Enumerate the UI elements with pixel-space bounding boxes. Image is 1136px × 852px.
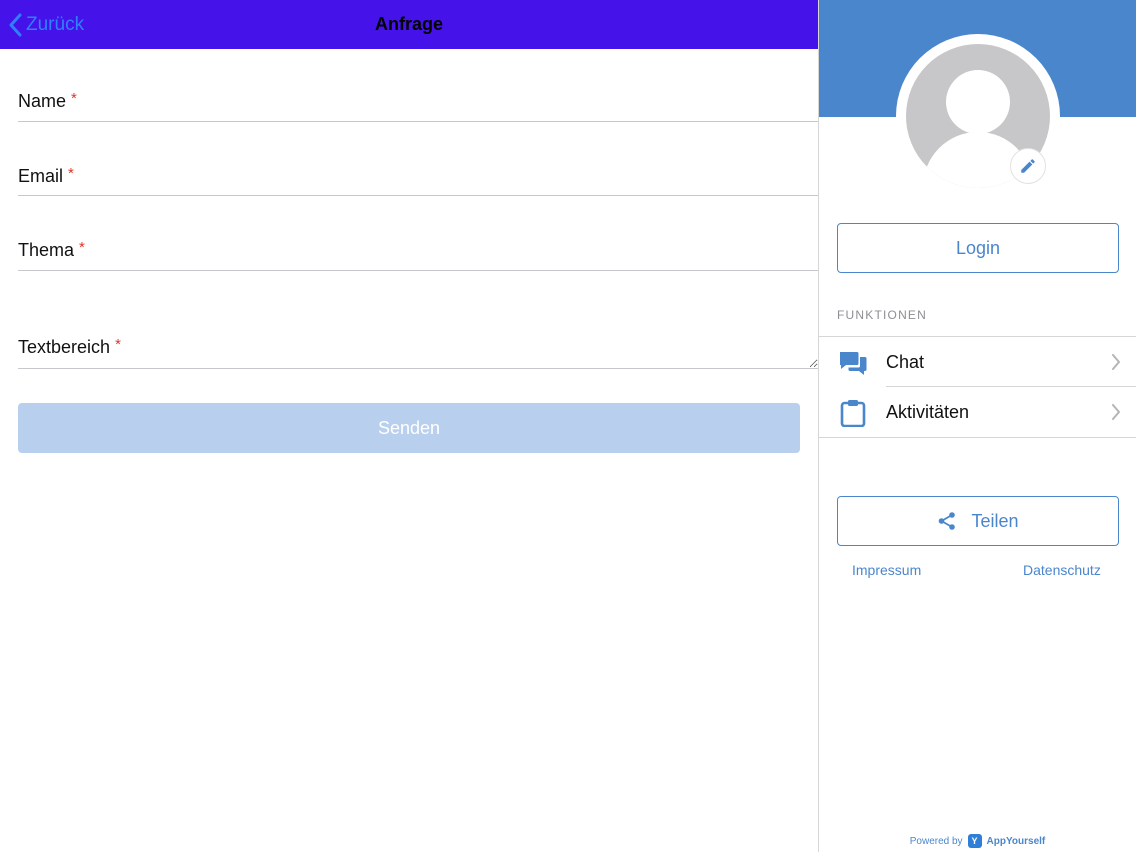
pencil-icon <box>1021 159 1035 173</box>
required-mark: * <box>68 165 74 182</box>
powered-by[interactable]: Powered by Y AppYourself <box>819 834 1136 848</box>
side-menu: Login FUNKTIONEN Chat Aktivitäten Teilen… <box>818 0 1136 852</box>
thema-label: Thema * <box>18 239 85 261</box>
page-title: Anfrage <box>374 14 443 34</box>
datenschutz-link[interactable]: Datenschutz <box>1023 562 1101 578</box>
textbereich-textarea[interactable] <box>18 296 818 368</box>
share-button[interactable]: Teilen <box>837 496 1119 546</box>
email-field[interactable]: Email * <box>18 152 818 196</box>
chevron-right-icon <box>1112 404 1120 420</box>
textbereich-label-text: Textbereich <box>18 337 111 357</box>
name-label: Name * <box>18 90 77 112</box>
required-mark: * <box>71 90 77 107</box>
login-button[interactable]: Login <box>837 223 1119 273</box>
share-button-label: Teilen <box>971 510 1019 531</box>
powered-by-text: Powered by <box>909 835 963 847</box>
section-title: FUNKTIONEN <box>837 308 927 322</box>
textbereich-label: Textbereich * <box>18 336 121 358</box>
sidebar-item-label: Aktivitäten <box>886 402 970 422</box>
share-icon <box>939 512 956 530</box>
email-label: Email * <box>18 165 74 187</box>
email-label-text: Email <box>18 166 64 186</box>
edit-profile-button[interactable] <box>1010 148 1046 184</box>
sidebar-item-chat[interactable]: Chat <box>819 337 1136 387</box>
thema-input[interactable] <box>18 226 818 270</box>
name-field[interactable]: Name * <box>18 78 818 122</box>
send-button[interactable]: Senden <box>18 403 800 453</box>
powered-by-brand: AppYourself <box>986 835 1046 847</box>
main-panel: Zurück Anfrage Name * Email * Thema * Textb… <box>0 0 818 852</box>
sidebar-item-aktivitaeten[interactable]: Aktivitäten <box>819 387 1136 437</box>
chat-icon <box>840 352 867 375</box>
chevron-right-icon <box>1112 354 1120 370</box>
required-mark: * <box>115 336 121 353</box>
email-input[interactable] <box>18 152 818 195</box>
login-button-label: Login <box>955 237 1001 258</box>
navigation-bar: Zurück Anfrage <box>0 0 818 49</box>
appyourself-logo-icon: Y <box>967 834 982 848</box>
name-input[interactable] <box>18 78 818 121</box>
required-mark: * <box>79 239 85 256</box>
thema-label-text: Thema <box>18 240 75 260</box>
thema-field[interactable]: Thema * <box>18 226 818 271</box>
impressum-link[interactable]: Impressum <box>852 562 921 578</box>
name-label-text: Name <box>18 91 67 111</box>
sidebar-item-label: Chat <box>886 352 925 372</box>
clipboard-icon <box>840 400 866 427</box>
divider <box>819 437 1136 438</box>
textbereich-field[interactable]: Textbereich * <box>18 296 818 369</box>
